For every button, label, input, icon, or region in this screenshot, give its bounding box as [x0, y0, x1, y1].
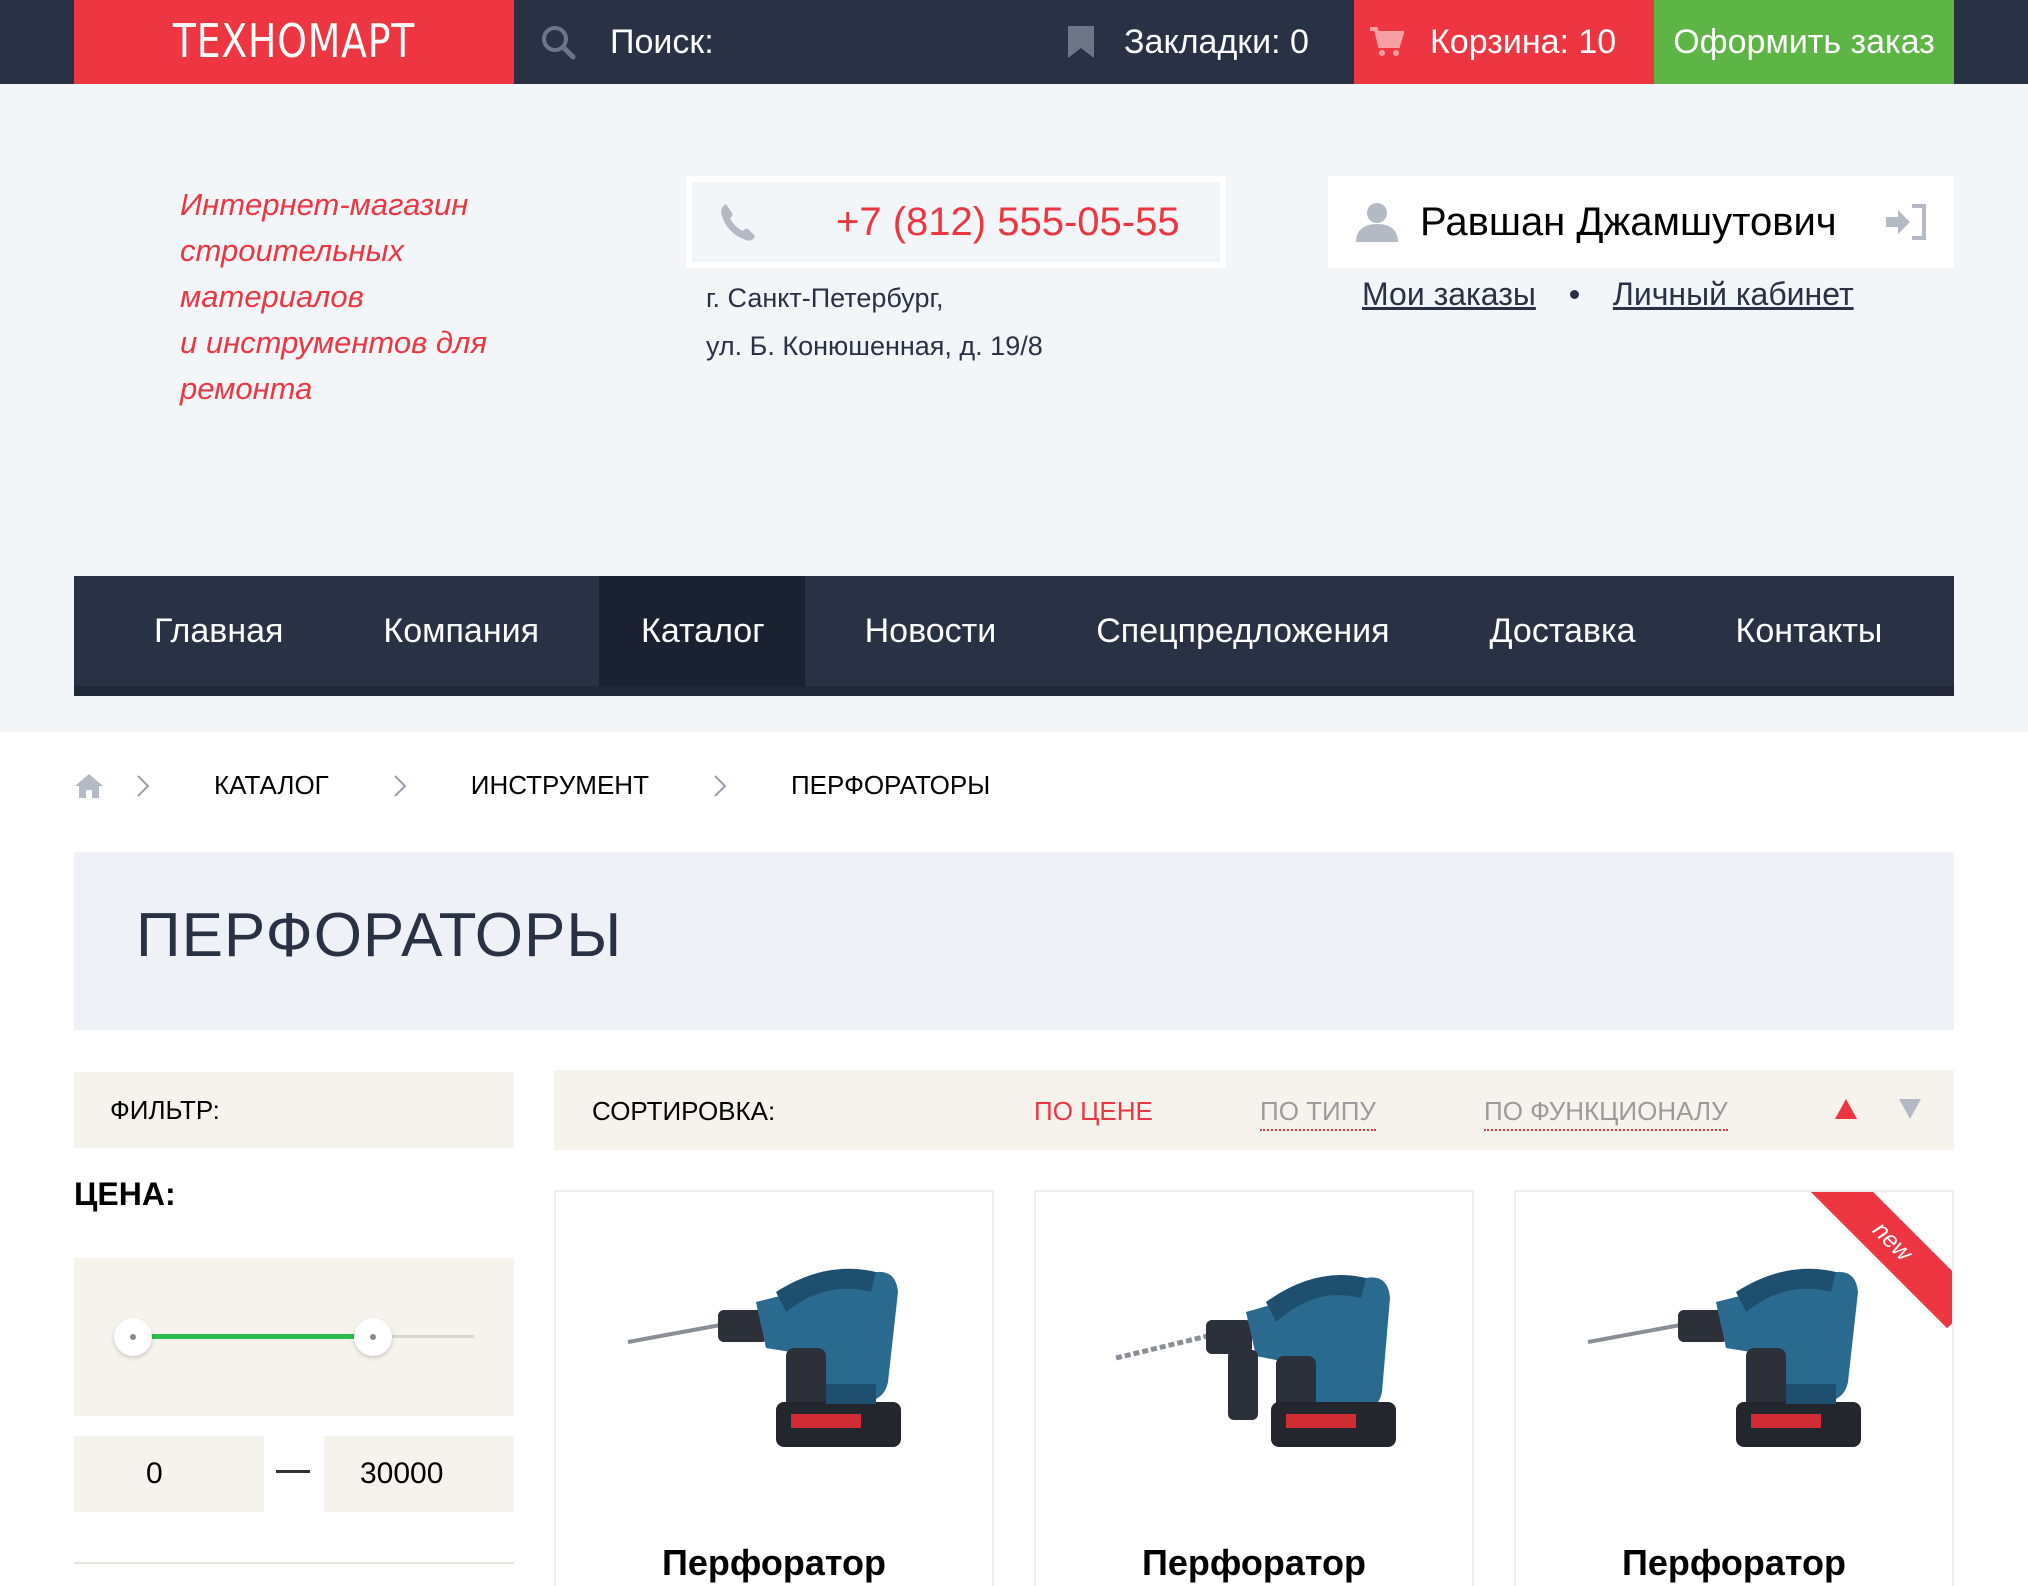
chevron-right-icon — [394, 774, 407, 797]
logo[interactable]: ТЕХНОМАРТ — [74, 0, 514, 94]
product-card[interactable]: new Перфоратор — [1514, 1190, 1954, 1586]
cart-label: Корзина: 10 — [1430, 22, 1617, 61]
product-name[interactable]: Перфоратор — [1516, 1542, 1952, 1584]
chevron-right-icon — [714, 774, 727, 797]
tagline: Интернет-магазин строительных материалов… — [180, 182, 487, 412]
sort-ascending-icon[interactable] — [1834, 1098, 1858, 1120]
header: Интернет-магазин строительных материалов… — [0, 84, 2028, 732]
sort-by-type[interactable]: ПО ТИПУ — [1260, 1096, 1376, 1131]
logo-text: ТЕХНОМАРТ — [172, 14, 416, 68]
price-label: ЦЕНА: — [74, 1176, 176, 1212]
nav-item-news[interactable]: Новости — [865, 576, 1097, 686]
product-name[interactable]: Перфоратор — [556, 1542, 992, 1584]
tagline-line: строительных — [180, 233, 404, 268]
search[interactable]: Поиск: — [540, 0, 714, 84]
sort-bar: СОРТИРОВКА: ПО ЦЕНЕ ПО ТИПУ ПО ФУНКЦИОНА… — [554, 1070, 1954, 1150]
bookmark-icon — [1068, 26, 1094, 58]
phone-box: +7 (812) 555-05-55 — [686, 176, 1226, 268]
sort-by-price[interactable]: ПО ЦЕНЕ — [1034, 1096, 1153, 1129]
nav-item-contacts[interactable]: Контакты — [1736, 576, 1933, 686]
nav-item-catalog[interactable]: Каталог — [599, 576, 805, 686]
nav-item-company[interactable]: Компания — [383, 576, 599, 686]
page-title-box: ПЕРФОРАТОРЫ — [74, 852, 1954, 1030]
rotary-hammer-image — [1115, 1275, 1396, 1447]
product-card[interactable]: Перфоратор — [1034, 1190, 1474, 1586]
price-slider — [74, 1258, 514, 1416]
breadcrumb: КАТАЛОГ ИНСТРУМЕНТ ПЕРФОРАТОРЫ — [74, 770, 990, 801]
product-name[interactable]: Перфоратор — [1036, 1542, 1472, 1584]
user-icon — [1356, 203, 1398, 242]
search-icon — [542, 26, 576, 60]
tagline-line: ремонта — [180, 371, 313, 406]
my-orders-link[interactable]: Мои заказы — [1362, 276, 1536, 313]
sort-descending-icon[interactable] — [1898, 1098, 1922, 1120]
tagline-line: и инструментов для — [180, 325, 488, 360]
home-icon[interactable] — [74, 773, 104, 799]
address: г. Санкт-Петербург, ул. Б. Конюшенная, д… — [706, 274, 1043, 370]
user-links: Мои заказы Личный кабинет — [1362, 276, 1854, 313]
user-box: Равшан Джамшутович — [1328, 176, 1954, 268]
phone-inner: +7 (812) 555-05-55 — [692, 182, 1220, 262]
phone-icon — [721, 204, 755, 241]
bookmarks-label: Закладки: 0 — [1124, 22, 1309, 61]
separator-dot — [1569, 290, 1579, 299]
account-link[interactable]: Личный кабинет — [1613, 276, 1854, 313]
nav-item-home[interactable]: Главная — [74, 576, 383, 686]
address-line: г. Санкт-Петербург, — [706, 283, 944, 313]
product-card[interactable]: Перфоратор — [554, 1190, 994, 1586]
nav-item-delivery[interactable]: Доставка — [1490, 576, 1736, 686]
top-bar: ТЕХНОМАРТ Поиск: Закладки: 0 Корзина: 10… — [0, 0, 2028, 94]
tagline-line: материалов — [180, 279, 364, 314]
breadcrumb-item[interactable]: КАТАЛОГ — [214, 770, 329, 801]
cart-link[interactable]: Корзина: 10 — [1354, 0, 1654, 84]
search-label: Поиск: — [610, 22, 714, 61]
slider-handle-min[interactable] — [114, 1318, 152, 1356]
phone-number[interactable]: +7 (812) 555-05-55 — [836, 200, 1180, 245]
slider-range — [134, 1334, 374, 1339]
price-range-dash — [276, 1470, 310, 1473]
divider — [74, 1562, 514, 1564]
filter-header: ФИЛЬТР: — [74, 1072, 514, 1148]
rotary-hammer-image — [1587, 1268, 1861, 1447]
bookmarks-link[interactable]: Закладки: 0 — [1068, 0, 1309, 84]
logout-icon[interactable] — [1886, 204, 1928, 240]
cart-icon — [1370, 27, 1404, 56]
nav-item-special-offers[interactable]: Спецпредложения — [1096, 576, 1489, 686]
user-name: Равшан Джамшутович — [1420, 199, 1837, 244]
rotary-hammer-image — [627, 1268, 901, 1447]
sort-label: СОРТИРОВКА: — [592, 1096, 776, 1126]
breadcrumb-current: ПЕРФОРАТОРЫ — [790, 770, 991, 800]
page-title: ПЕРФОРАТОРЫ — [136, 901, 623, 970]
breadcrumb-item[interactable]: ИНСТРУМЕНТ — [471, 770, 649, 801]
address-line: ул. Б. Конюшенная, д. 19/8 — [706, 331, 1043, 361]
sort-by-function[interactable]: ПО ФУНКЦИОНАЛУ — [1484, 1096, 1728, 1131]
main-nav: Главная Компания Каталог Новости Спецпре… — [74, 576, 1954, 696]
tagline-line: Интернет-магазин — [180, 187, 469, 222]
checkout-button[interactable]: Оформить заказ — [1654, 0, 1954, 84]
price-max-input[interactable]: 30000 — [324, 1436, 514, 1512]
chevron-right-icon — [137, 774, 150, 797]
slider-handle-max[interactable] — [354, 1318, 392, 1356]
price-min-input[interactable]: 0 — [74, 1436, 264, 1512]
